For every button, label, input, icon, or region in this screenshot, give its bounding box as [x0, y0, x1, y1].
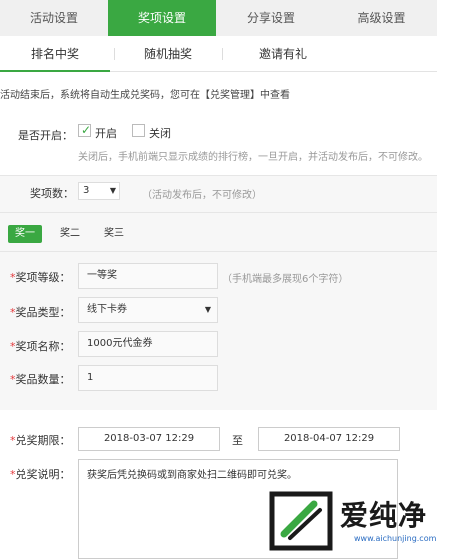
- top-tab-bar: 活动设置 奖项设置 分享设置 高级设置: [0, 0, 437, 36]
- enable-label: 是否开启：: [18, 129, 73, 142]
- sub-tab-divider: [222, 48, 223, 60]
- prize-tab-2[interactable]: 奖二: [52, 225, 88, 243]
- sub-tab-divider: [114, 48, 115, 60]
- watermark-logo: 爱纯净 www.aichunjing.com: [268, 490, 460, 556]
- notice-text: 活动结束后，系统将自动生成兑奖码，您可在【兑奖管理】中查看: [0, 90, 290, 101]
- enable-on-checkbox[interactable]: ✓: [78, 123, 92, 137]
- prize-tab-1[interactable]: 奖一: [8, 225, 42, 243]
- level-input[interactable]: 一等奖: [78, 263, 218, 289]
- qty-input[interactable]: 1: [78, 365, 218, 391]
- tab-activity-settings[interactable]: 活动设置: [0, 0, 108, 36]
- redeem-start-input[interactable]: 2018-03-07 12:29: [78, 427, 220, 451]
- watermark-text: 爱纯净: [340, 499, 428, 532]
- logo-icon: [269, 491, 333, 551]
- prize-count-value: 3: [83, 185, 90, 196]
- chevron-down-icon: ▼: [204, 305, 211, 314]
- desc-label: *兑奖说明：: [10, 468, 71, 481]
- prize-count-select[interactable]: 3 ▼: [78, 182, 120, 200]
- enable-on-label: 开启: [95, 127, 117, 140]
- type-select[interactable]: 线下卡券 ▼: [78, 297, 218, 323]
- sub-tab-bar: 排名中奖 随机抽奖 邀请有礼: [0, 36, 437, 72]
- check-icon: ✓: [81, 123, 92, 137]
- name-label: *奖项名称：: [10, 340, 71, 353]
- name-input[interactable]: 1000元代金券: [78, 331, 218, 357]
- level-hint: （手机端最多展现6个字符）: [222, 274, 349, 285]
- prize-count-hint: （活动发布后，不可修改）: [142, 190, 262, 201]
- chevron-down-icon: ▼: [109, 186, 116, 195]
- type-value: 线下卡券: [87, 304, 127, 315]
- type-label: *奖品类型：: [10, 306, 71, 319]
- redeem-to-label: 至: [232, 434, 243, 447]
- enable-hint: 关闭后，手机前端只显示成绩的排行榜，一旦开启，并活动发布后，不可修改。: [78, 152, 428, 163]
- enable-off-label: 关闭: [149, 127, 171, 140]
- tab-prize-settings[interactable]: 奖项设置: [108, 0, 216, 36]
- prize-tab-bar: 奖一 奖二 奖三: [0, 212, 437, 252]
- redeem-end-input[interactable]: 2018-04-07 12:29: [258, 427, 400, 451]
- redeem-label: *兑奖期限：: [10, 434, 71, 447]
- qty-label: *奖品数量：: [10, 373, 71, 386]
- tab-share-settings[interactable]: 分享设置: [216, 0, 326, 36]
- level-label: *奖项等级：: [10, 271, 71, 284]
- subtab-random-draw[interactable]: 随机抽奖: [118, 36, 218, 72]
- prize-count-label: 奖项数：: [30, 187, 74, 200]
- subtab-invite-reward[interactable]: 邀请有礼: [228, 36, 338, 72]
- watermark-url: www.aichunjing.com: [354, 534, 437, 543]
- subtab-ranking-prize[interactable]: 排名中奖: [0, 36, 110, 72]
- prize-tab-3[interactable]: 奖三: [96, 225, 132, 243]
- enable-off-checkbox[interactable]: [132, 124, 145, 137]
- tab-advanced-settings[interactable]: 高级设置: [326, 0, 437, 36]
